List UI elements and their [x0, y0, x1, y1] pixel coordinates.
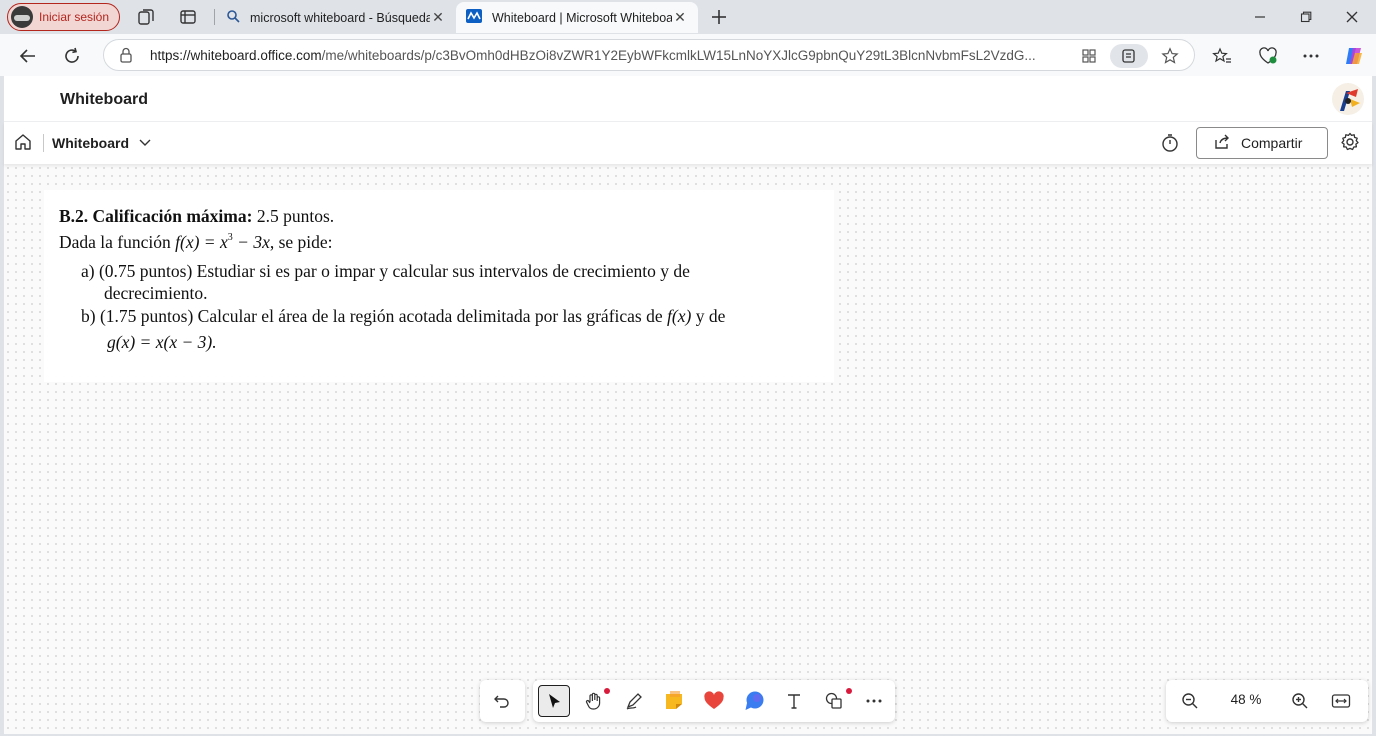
def-text: Dada la función: [59, 232, 176, 252]
tab-label: Whiteboard | Microsoft Whiteboard: [492, 10, 672, 25]
gear-icon[interactable]: [1340, 132, 1360, 157]
zoom-in-icon[interactable]: [1284, 685, 1316, 717]
signin-button[interactable]: Iniciar sesión: [7, 3, 120, 31]
fit-to-screen-icon[interactable]: [1325, 685, 1357, 717]
minimize-icon[interactable]: [1247, 4, 1273, 30]
url-host: https://whiteboard.office.com: [150, 48, 322, 63]
profile-avatar: [11, 6, 33, 28]
more-options-icon[interactable]: [1297, 42, 1325, 70]
address-bar[interactable]: https://whiteboard.office.com/me/whitebo…: [103, 39, 1195, 71]
share-button[interactable]: Compartir: [1196, 127, 1328, 159]
search-icon: [226, 9, 240, 26]
favorites-icon[interactable]: [1208, 42, 1236, 70]
chevron-down-icon[interactable]: [138, 135, 152, 154]
browser-essentials-icon[interactable]: [1254, 42, 1282, 70]
refresh-icon[interactable]: [58, 42, 86, 70]
undo-icon[interactable]: [486, 685, 518, 717]
board-command-bar: Whiteboard Compartir: [4, 122, 1372, 164]
heart-reaction-icon[interactable]: [698, 685, 730, 717]
comment-icon[interactable]: [738, 685, 770, 717]
tab-whiteboard[interactable]: Whiteboard | Microsoft Whiteboard ✕: [456, 2, 698, 33]
restore-icon[interactable]: [1293, 4, 1319, 30]
function-definition: Dada la función f(x) = x3 − 3x, se pide:: [59, 232, 333, 253]
signin-label: Iniciar sesión: [39, 10, 110, 24]
timer-icon[interactable]: [1159, 132, 1181, 159]
copilot-icon[interactable]: [1340, 42, 1368, 70]
immersive-reader-icon[interactable]: [1110, 44, 1148, 68]
app-available-icon[interactable]: [1077, 44, 1101, 68]
pen-tool-icon[interactable]: [618, 685, 650, 717]
part-b-line2: g(x) = x(x − 3).: [107, 332, 217, 353]
user-avatar[interactable]: [1332, 83, 1364, 115]
share-label: Compartir: [1241, 135, 1303, 151]
app-header: Whiteboard: [4, 76, 1372, 122]
favorite-star-icon[interactable]: [1158, 44, 1182, 68]
tab-label: microsoft whiteboard - Búsqueda: [250, 10, 430, 25]
notification-dot: [604, 688, 610, 694]
browser-tab-strip: Iniciar sesión microsoft whiteboard - Bú…: [0, 0, 1376, 34]
close-tab-icon[interactable]: ✕: [430, 9, 446, 26]
part-b-line1: b) (1.75 puntos) Calcular el área de la …: [81, 306, 725, 327]
part-b-gx: g(x) = x(x − 3).: [107, 332, 217, 352]
collections-icon[interactable]: [135, 6, 157, 28]
heading-bold: B.2. Calificación máxima:: [59, 206, 253, 226]
close-tab-icon[interactable]: ✕: [672, 9, 688, 26]
home-icon[interactable]: [13, 132, 33, 157]
url-text[interactable]: https://whiteboard.office.com/me/whitebo…: [150, 48, 1065, 63]
part-b-fx: f(x): [667, 306, 692, 326]
browser-navbar: https://whiteboard.office.com/me/whitebo…: [0, 34, 1376, 76]
more-tools-icon[interactable]: [858, 685, 890, 717]
zoom-level: 48 %: [1230, 692, 1262, 707]
text-tool-icon[interactable]: [778, 685, 810, 717]
close-window-icon[interactable]: [1339, 4, 1365, 30]
tab-separator: [214, 9, 215, 25]
whiteboard-canvas[interactable]: B.2. Calificación máxima: 2.5 puntos. Da…: [4, 164, 1372, 734]
share-icon: [1213, 133, 1231, 154]
def-fx: f(x) = x: [175, 232, 228, 252]
def-suffix: , se pide:: [269, 232, 333, 252]
part-b-suffix: y de: [691, 306, 726, 326]
url-path: /me/whiteboards/p/c3BvOmh0dHBzOi8vZWR1Y2…: [321, 48, 1036, 63]
problem-heading: B.2. Calificación máxima: 2.5 puntos.: [59, 206, 334, 227]
divider: [43, 134, 44, 152]
app-title: Whiteboard: [60, 91, 148, 108]
sticky-note-icon[interactable]: [658, 685, 690, 717]
def-term: − 3x: [232, 232, 270, 252]
tab-search[interactable]: microsoft whiteboard - Búsqueda ✕: [216, 2, 456, 33]
notification-dot: [846, 688, 852, 694]
heading-rest: 2.5 puntos.: [252, 206, 335, 226]
part-a-line1: a) (0.75 puntos) Estudiar si es par o im…: [81, 261, 690, 281]
part-b-text: b) (1.75 puntos) Calcular el área de la …: [81, 306, 668, 326]
zoom-toolbar: 48 %: [1166, 680, 1368, 722]
tab-actions-icon[interactable]: [177, 6, 199, 28]
undo-toolbar: [480, 680, 525, 722]
pasted-image-problem[interactable]: B.2. Calificación máxima: 2.5 puntos. Da…: [44, 190, 834, 382]
web-page: Whiteboard Whiteboard Compartir B.2. Cal…: [4, 76, 1372, 734]
whiteboard-icon: [466, 9, 482, 26]
board-name[interactable]: Whiteboard: [52, 135, 129, 151]
select-tool-icon[interactable]: [538, 685, 570, 717]
zoom-out-icon[interactable]: [1174, 685, 1206, 717]
part-a-line2: decrecimiento.: [104, 283, 208, 303]
tools-toolbar: [533, 680, 895, 722]
new-tab-icon[interactable]: [708, 6, 730, 28]
back-icon[interactable]: [14, 42, 42, 70]
lock-icon[interactable]: [119, 47, 133, 68]
